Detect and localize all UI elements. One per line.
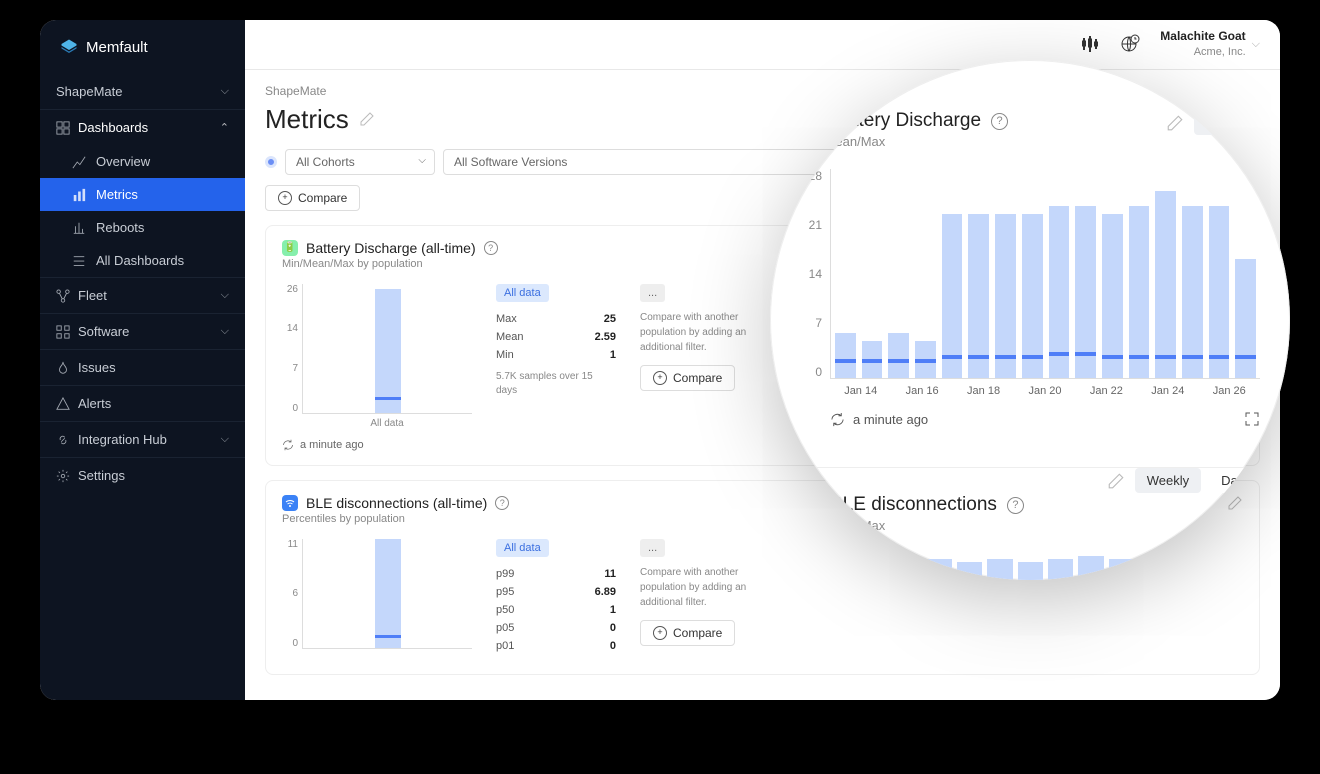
pencil-icon[interactable] <box>1166 114 1184 132</box>
nav-software[interactable]: Software⌵ <box>40 313 245 349</box>
link-icon <box>56 433 70 447</box>
user-menu[interactable]: Malachite Goat Acme, Inc. ⌵ <box>1160 29 1260 59</box>
help-icon[interactable]: ? <box>484 241 498 255</box>
plus-circle-icon: + <box>653 626 667 640</box>
alldata-badge: All data <box>496 284 549 302</box>
wifi-icon <box>800 495 820 515</box>
card-title: Battery Discharge (all-time) <box>306 240 476 256</box>
user-org: Acme, Inc. <box>1160 45 1245 59</box>
zoom-ble-card: BLE disconnections ? Min/Mean/Max Weekly… <box>800 467 1260 580</box>
compare-column: ... Compare with another population by a… <box>640 539 770 660</box>
chevron-down-icon: ⌵ <box>221 85 229 98</box>
range-weekly-button[interactable]: Weekly <box>1135 468 1201 493</box>
versions-select[interactable]: All Software Versions <box>443 149 843 175</box>
timestamp: a minute ago <box>853 412 928 427</box>
compare-button-inline[interactable]: +Compare <box>640 365 735 391</box>
dots-badge: ... <box>640 539 665 557</box>
zoom-x-axis: Jan 14Jan 16Jan 18Jan 20Jan 22Jan 24Jan … <box>830 385 1260 397</box>
alert-icon <box>56 397 70 411</box>
pencil-icon[interactable] <box>359 111 375 127</box>
sidebar-item-reboots[interactable]: Reboots <box>40 211 245 244</box>
globe-clock-icon[interactable] <box>1120 34 1140 54</box>
gear-icon <box>56 469 70 483</box>
nav-fleet[interactable]: Fleet⌵ <box>40 277 245 313</box>
help-icon[interactable]: ? <box>1007 497 1024 514</box>
nav-settings[interactable]: Settings <box>40 457 245 493</box>
sidebar: Memfault ShapeMate⌵ Dashboards ⌃ Overvie… <box>40 20 245 700</box>
dashboard-icon <box>56 121 70 135</box>
zoom-battery-chart: 28 21 14 7 0 <box>800 169 1260 379</box>
chevron-down-icon: ⌵ <box>1252 37 1260 51</box>
compare-button[interactable]: +Compare <box>265 185 360 211</box>
expand-icon[interactable] <box>1244 411 1260 427</box>
sidebar-item-overview[interactable]: Overview <box>40 145 245 178</box>
sidebar-item-metrics[interactable]: Metrics <box>40 178 245 211</box>
list-icon <box>72 254 86 268</box>
zoom-title: Battery Discharge <box>830 110 981 132</box>
user-name: Malachite Goat <box>1160 29 1245 45</box>
compare-button-inline[interactable]: +Compare <box>640 620 735 646</box>
nav-dashboards-header[interactable]: Dashboards ⌃ <box>40 109 245 145</box>
topbar: Malachite Goat Acme, Inc. ⌵ <box>245 20 1280 70</box>
zoom-subtitle: Min/Mean/Max <box>800 134 1260 149</box>
card-title: BLE disconnections (all-time) <box>306 495 487 511</box>
zoom-subtitle: Min/Mean/Max <box>800 518 1260 533</box>
ble-mini-chart: 1160 <box>282 539 472 660</box>
nav-integration[interactable]: Integration Hub⌵ <box>40 421 245 457</box>
stats-column: All data Max25 Mean2.59 Min1 5.7K sample… <box>496 284 616 451</box>
fleet-icon <box>56 289 70 303</box>
chevron-down-icon: ⌵ <box>221 325 229 338</box>
nav-alerts[interactable]: Alerts <box>40 385 245 421</box>
refresh-icon[interactable] <box>282 439 294 451</box>
chart-icon <box>72 155 86 169</box>
chevron-up-icon: ⌃ <box>220 121 229 134</box>
memfault-icon <box>60 38 78 56</box>
compare-column: ... Compare with another population by a… <box>640 284 770 451</box>
battery-icon: 🔋 <box>282 240 298 256</box>
brand-name: Memfault <box>86 39 148 56</box>
plus-circle-icon: + <box>653 371 667 385</box>
battery-icon: 🔋 <box>800 111 820 131</box>
grid-icon <box>56 325 70 339</box>
chevron-down-icon: ⌵ <box>221 433 229 446</box>
filter-indicator <box>265 156 277 168</box>
help-icon[interactable]: ? <box>991 113 1008 130</box>
refresh-icon[interactable] <box>830 412 845 427</box>
dots-badge: ... <box>640 284 665 302</box>
candlestick-icon[interactable] <box>1080 34 1100 54</box>
alldata-badge: All data <box>496 539 549 557</box>
help-icon[interactable]: ? <box>495 496 509 510</box>
range-weekly-button[interactable]: Weekly <box>1194 110 1260 135</box>
nav-issues[interactable]: Issues <box>40 349 245 385</box>
pencil-icon[interactable] <box>1107 472 1125 490</box>
zoom-ble-chart: 12 6 <box>800 549 1260 580</box>
chevron-down-icon: ⌵ <box>221 289 229 302</box>
wifi-icon <box>282 495 298 511</box>
cohorts-select[interactable]: All Cohorts <box>285 149 435 175</box>
timestamp: a minute ago <box>282 439 472 451</box>
plus-circle-icon: + <box>278 191 292 205</box>
stats-column: All data p9911 p956.89 p501 p050 p010 <box>496 539 616 660</box>
brand-logo: Memfault <box>40 20 245 74</box>
flame-icon <box>56 361 70 375</box>
range-daily-button[interactable]: Daily <box>1211 468 1260 493</box>
project-selector[interactable]: ShapeMate⌵ <box>40 74 245 109</box>
battery-mini-chart: 261470 All data a minute ago <box>282 284 472 451</box>
bars-icon <box>72 188 86 202</box>
sidebar-item-all-dashboards[interactable]: All Dashboards <box>40 244 245 277</box>
zoom-title: BLE disconnections <box>830 494 997 516</box>
reboot-icon <box>72 221 86 235</box>
zoom-lens: 🔋 Battery Discharge ? Min/Mean/Max Weekl… <box>770 60 1290 580</box>
zoom-battery-card: 🔋 Battery Discharge ? Min/Mean/Max Weekl… <box>800 110 1260 427</box>
